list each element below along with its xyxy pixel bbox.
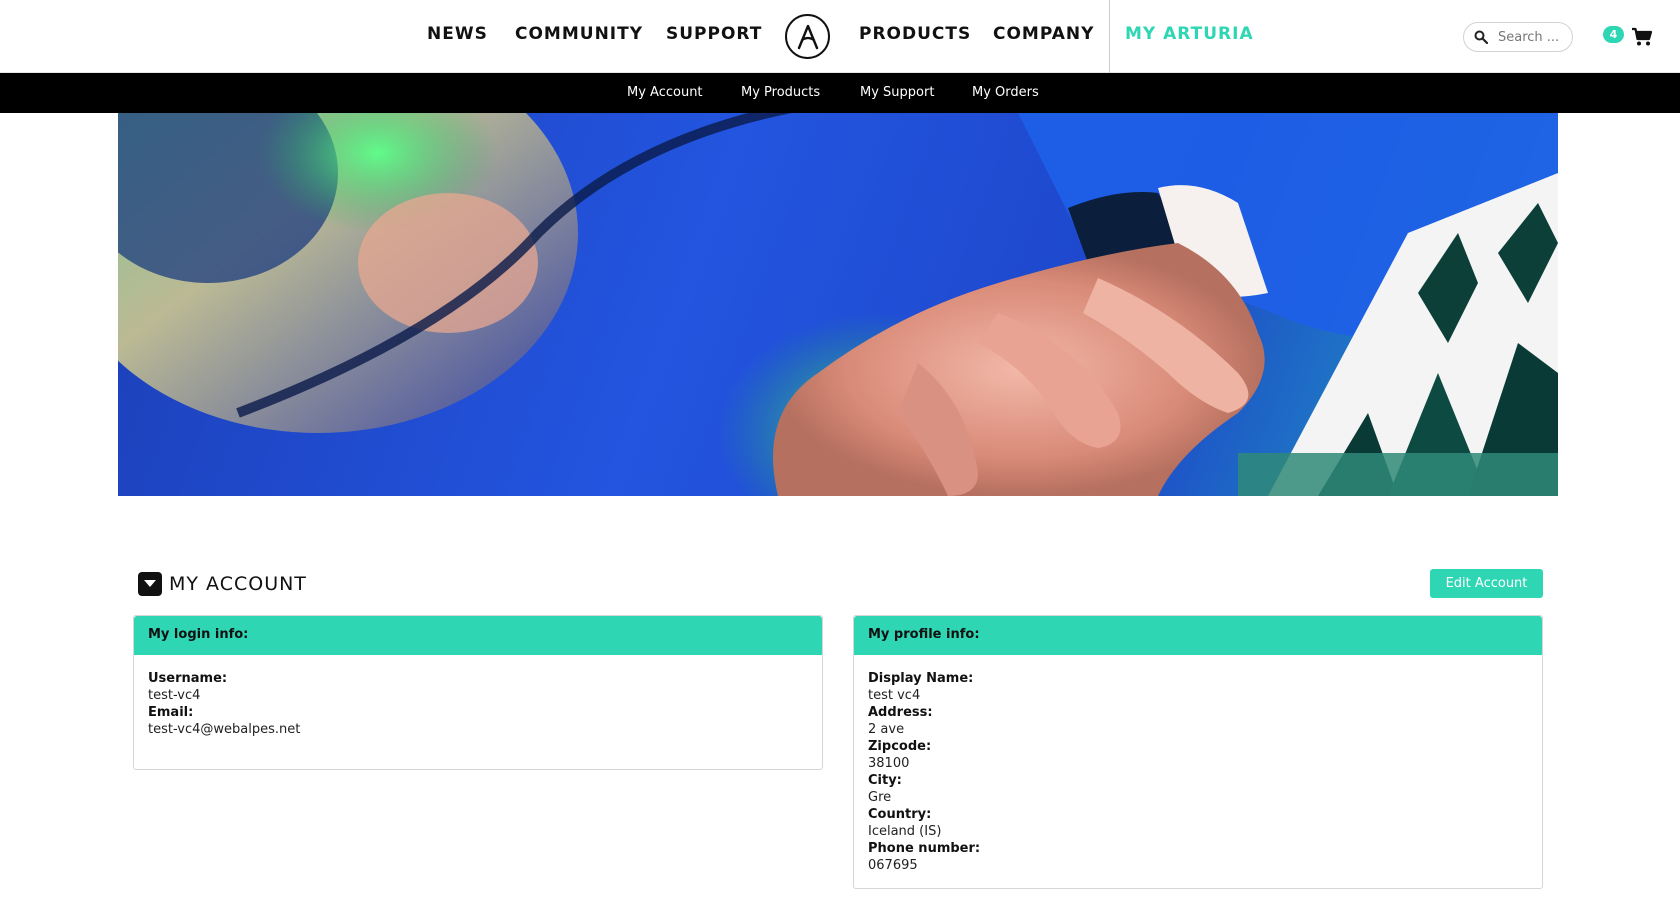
page-title: MY ACCOUNT [169,573,307,595]
nav-products[interactable]: PRODUCTS [859,24,971,44]
chevron-down-icon[interactable] [138,572,162,596]
address-label: Address: [868,705,933,720]
top-navigation: NEWS COMMUNITY SUPPORT PRODUCTS COMPANY … [0,0,1680,73]
zipcode-label: Zipcode: [868,739,932,754]
username-value: test-vc4 [148,688,201,703]
subnav-my-products[interactable]: My Products [741,85,820,100]
subnav-my-account[interactable]: My Account [627,85,703,100]
nav-divider [1109,0,1110,73]
nav-news[interactable]: NEWS [427,24,488,44]
arturia-logo-icon[interactable] [785,14,830,59]
cart-icon[interactable] [1631,27,1653,47]
nav-company[interactable]: COMPANY [993,24,1094,44]
profile-panel-title: My profile info: [854,616,1542,655]
hero-banner-image [118,113,1558,496]
phone-label: Phone number: [868,841,981,856]
search-box[interactable] [1463,22,1573,52]
search-icon [1474,30,1488,44]
email-value: test-vc4@webalpes.net [148,722,301,737]
country-label: Country: [868,807,932,822]
zipcode-value: 38100 [868,756,910,771]
nav-support[interactable]: SUPPORT [666,24,762,44]
display-name-label: Display Name: [868,671,974,686]
subnav-my-orders[interactable]: My Orders [972,85,1039,100]
subnav-my-support[interactable]: My Support [860,85,934,100]
phone-value: 067695 [868,858,918,873]
nav-my-arturia[interactable]: MY ARTURIA [1125,24,1254,44]
profile-info-panel: My profile info: Display Name: test vc4 … [853,615,1543,889]
login-info-panel: My login info: Username: test-vc4 Email:… [133,615,823,770]
search-input[interactable] [1498,29,1564,45]
address-value: 2 ave [868,722,905,737]
hero-illustration [118,113,1558,496]
city-label: City: [868,773,902,788]
edit-account-button[interactable]: Edit Account [1430,569,1543,598]
login-panel-body: Username: test-vc4 Email: test-vc4@webal… [134,655,822,753]
cart-count-badge: 4 [1603,26,1624,43]
username-label: Username: [148,671,228,686]
city-value: Gre [868,790,892,805]
display-name-value: test vc4 [868,688,921,703]
profile-panel-body: Display Name: test vc4 Address: 2 ave Zi… [854,655,1542,889]
nav-community[interactable]: COMMUNITY [515,24,643,44]
login-panel-title: My login info: [134,616,822,655]
account-subnav: My Account My Products My Support My Ord… [0,73,1680,113]
country-value: Iceland (IS) [868,824,942,839]
email-label: Email: [148,705,194,720]
logo-a-glyph [797,24,818,49]
